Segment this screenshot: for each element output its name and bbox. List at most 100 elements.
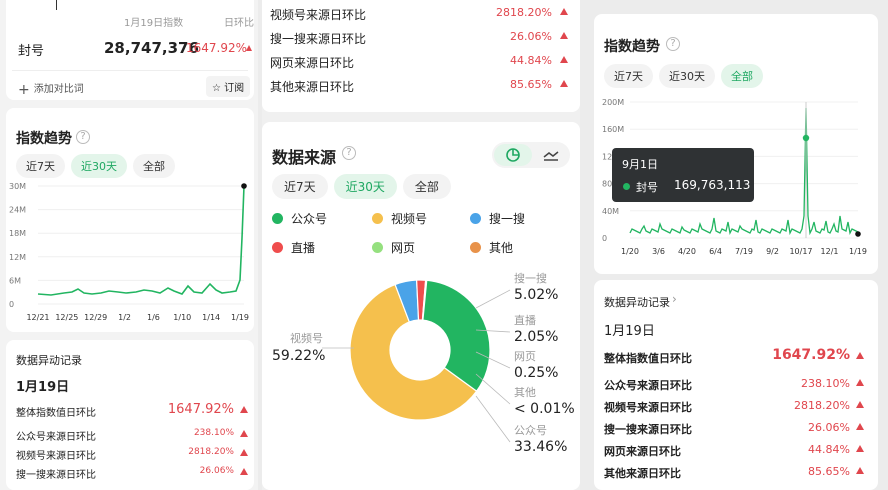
slice-pct-label: 2.05% [514,329,558,345]
up-arrow-icon [240,468,248,475]
x-tick-label: 3/6 [652,247,665,256]
tab-30-days[interactable]: 近30天 [333,174,397,199]
source-donut-chart[interactable]: 搜一搜 5.02% 直播 2.05% 网页 0.25% 其他 < 0.01% 公众号 33.46%… [262,268,580,488]
up-arrow-icon [856,401,864,408]
change-rows: 视频号来源日环比 2818.20% 搜一搜来源日环比 26.06% 网页来源日环比 4… [270,6,568,106]
tab-7-days[interactable]: 近7天 [604,64,653,88]
row-label: 搜一搜来源日环比 [604,423,692,436]
tab-7-days[interactable]: 近7天 [272,174,328,199]
tooltip-keyword: 封号 [636,181,658,194]
slice-pct-label: 0.25% [514,365,558,381]
hover-point-marker [802,134,810,142]
up-arrow-icon [856,467,864,474]
up-arrow-icon [856,352,864,359]
y-tick-label: 0 [9,300,14,309]
x-tick-label: 1/20 [621,247,639,256]
legend-label: 视频号 [391,212,428,226]
row-label: 视频号来源日环比 [16,451,96,462]
legend-label: 公众号 [291,212,328,226]
chevron-right-icon: › [672,292,677,306]
row-label: 公众号来源日环比 [604,379,692,392]
help-icon[interactable]: ? [666,37,680,51]
up-arrow-icon [856,379,864,386]
row-value: 2818.20% [496,6,552,19]
legend-item[interactable]: 其他 [470,239,513,256]
legend-label: 其他 [489,241,514,255]
index-value: 28,747,376 [104,39,199,57]
tab-all[interactable]: 全部 [721,64,763,88]
divider [12,70,248,71]
up-arrow-icon [240,449,248,456]
up-arrow-icon [560,80,568,87]
tab-all[interactable]: 全部 [133,154,175,178]
tab-30-days[interactable]: 近30天 [659,64,715,88]
legend-label: 搜一搜 [489,212,526,226]
up-arrow-icon [240,430,248,437]
tab-all[interactable]: 全部 [402,174,451,199]
star-icon: ☆ [212,83,221,94]
help-icon[interactable]: ? [76,130,90,144]
trend-line-chart[interactable]: 30M 24M 18M 12M 6M 0 12/21 12/25 12/29 1/2 1/6 1/10… [6,180,254,330]
donut-slice [422,279,491,392]
slice-name-label: 其他 [514,386,536,399]
pie-chart-glyph [506,148,520,162]
up-arrow-icon [560,32,568,39]
y-tick-label: 30M [9,182,26,191]
source-card: 数据来源 ? 近7天 近30天 全部 公众号 视频号 搜一搜 直播 网页 其他 搜一… [262,122,580,490]
row-label: 网页来源日环比 [270,56,355,70]
legend-dot [470,242,481,253]
add-compare-button[interactable]: + 添加对比词 [18,80,84,98]
row-value: 26.06% [199,466,234,476]
anomaly-card: 数据异动记录 › 1月19日 整体指数值日环比 1647.92% 公众号来源日环比… [6,340,254,490]
legend-dot [470,213,481,224]
row-label: 视频号来源日环比 [270,8,367,22]
anomaly-title[interactable]: 数据异动记录 [16,352,82,368]
trend-line [37,185,245,296]
x-tick-label: 4/20 [678,247,696,256]
tab-7-days[interactable]: 近7天 [16,154,65,178]
slice-name-label: 视频号 [290,331,323,345]
row-label: 公众号来源日环比 [16,432,96,443]
x-tick-label: 1/14 [202,313,220,322]
x-tick-label: 12/29 [84,313,107,322]
trend-card-all: 指数趋势 ? 近7天近30天全部 200M160M120M80M40M01/20… [594,14,878,274]
keyword-label: 封号 [18,44,45,59]
tooltip-value: 169,763,113 [674,178,751,192]
legend-item[interactable]: 网页 [372,239,415,256]
leader-line [475,289,511,309]
line-chart-icon[interactable] [534,144,568,166]
row-value: 44.84% [510,54,552,67]
trend-title: 指数趋势 [16,131,72,147]
legend-dot [272,242,283,253]
anomaly-rows: 整体指数值日环比 1647.92% 公众号来源日环比 238.10% 视频号来源日环… [16,402,248,484]
help-icon[interactable]: ? [342,146,356,160]
x-tick-label: 12/1 [821,247,839,256]
row-label: 搜一搜来源日环比 [270,32,367,46]
subscribe-button[interactable]: ☆ 订阅 [206,76,251,97]
chart-type-toggle [492,142,570,168]
y-tick-label: 0 [602,234,607,243]
right-panel: 指数趋势 ? 近7天近30天全部 200M160M120M80M40M01/20… [590,0,888,490]
legend-item[interactable]: 视频号 [372,210,427,227]
middle-panel: 视频号来源日环比 2818.20% 搜一搜来源日环比 26.06% 网页来源日环比 4… [262,0,580,490]
x-tick-label: 10/17 [789,247,812,256]
y-tick-label: 200M [602,98,624,107]
y-tick-label: 18M [9,229,26,238]
x-tick-label: 1/19 [849,247,867,256]
row-value: 238.10% [193,428,234,438]
x-tick-label: 1/6 [147,313,160,322]
legend-item[interactable]: 公众号 [272,210,327,227]
pie-chart-icon[interactable] [494,144,532,166]
anomaly-title[interactable]: 数据异动记录 [604,294,670,310]
up-arrow-icon [246,45,252,51]
x-tick-label: 1/2 [118,313,131,322]
tab-30-days[interactable]: 近30天 [71,154,127,178]
text-cursor [56,0,57,10]
legend-item[interactable]: 直播 [272,239,315,256]
legend-item[interactable]: 搜一搜 [470,210,525,227]
row-value: 1647.92% [772,347,850,363]
slice-pct-label: < 0.01% [514,401,575,417]
legend-label: 直播 [291,241,316,255]
left-panel: 1月19日指数 日环比 封号 28,747,376 1647.92% + 添加对比… [0,0,258,490]
up-arrow-icon [856,423,864,430]
